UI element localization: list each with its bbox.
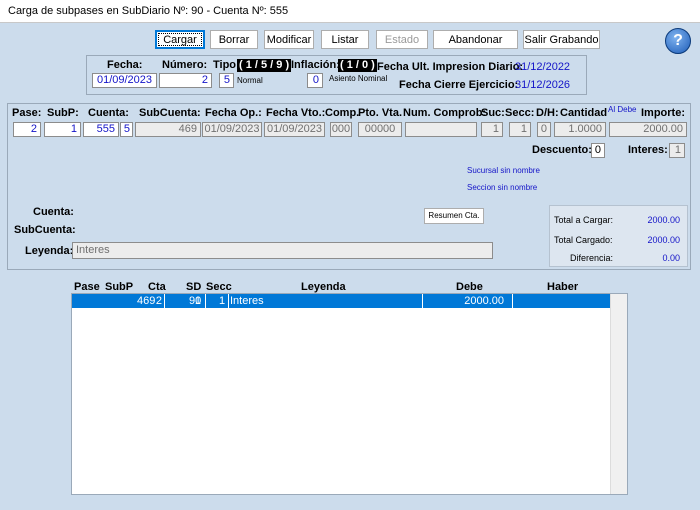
modificar-button[interactable]: Modificar <box>264 30 314 49</box>
totals-box: Total a Cargar: 2000.00 Total Cargado: 2… <box>549 205 688 267</box>
grid-header-leyenda: Leyenda <box>301 281 346 293</box>
grid-header-debe: Debe <box>456 281 483 293</box>
fecha-vto-field[interactable]: 01/09/2023 <box>264 122 325 137</box>
fecha-label: Fecha: <box>107 59 143 71</box>
dh-label: D/H: <box>536 107 559 119</box>
tipo-label: Tipo: <box>213 59 240 71</box>
ult-impresion-value: 31/12/2022 <box>515 61 571 73</box>
vertical-scrollbar[interactable] <box>610 294 627 494</box>
total-cargar-label: Total a Cargar: <box>554 215 614 225</box>
total-cargar-value: 2000.00 <box>647 215 680 225</box>
pto-vta-label: Pto. Vta. <box>358 107 403 119</box>
cell-secc: 1 <box>219 295 226 307</box>
title-bar: Carga de subpases en SubDiario Nº: 90 - … <box>0 0 700 23</box>
cierre-value: 31/12/2026 <box>515 79 571 91</box>
column-divider <box>512 294 513 308</box>
interes-label: Interes: <box>628 144 668 156</box>
grid-header-subp: SubP <box>105 281 134 293</box>
leyenda-label: Leyenda: <box>25 245 74 257</box>
diferencia-label: Diferencia: <box>570 253 614 263</box>
table-row[interactable]: 2 1 469 90 1 Interes 2000.00 <box>72 294 611 308</box>
subcuenta-field[interactable]: 469 <box>135 122 201 137</box>
cell-sd: 90 <box>189 295 202 307</box>
grid-header-secc: Secc <box>206 281 232 293</box>
grid-header-cta: Cta <box>148 281 166 293</box>
fecha-op-label: Fecha Op.: <box>205 107 262 119</box>
descuento-label: Descuento: <box>532 144 592 156</box>
numero-label: Número: <box>162 59 208 71</box>
leyenda-field[interactable]: Interes <box>72 242 493 259</box>
inflacion-field[interactable]: 0 <box>307 73 323 88</box>
listar-button[interactable]: Listar <box>321 30 369 49</box>
cell-pase: 2 <box>155 295 162 307</box>
column-divider <box>228 294 229 308</box>
cuenta-digit-field[interactable]: 5 <box>120 122 133 137</box>
subp-field[interactable]: 1 <box>44 122 81 137</box>
cuenta-field[interactable]: 555 <box>83 122 119 137</box>
cell-leyenda: Interes <box>230 295 264 307</box>
ult-impresion-label: Fecha Ult. Impresion Diario: <box>377 61 524 73</box>
comp-label: Comp. <box>325 107 360 119</box>
entry-panel: Pase: SubP: Cuenta: SubCuenta: Fecha Op.… <box>7 103 691 270</box>
cuenta-label: Cuenta: <box>33 206 74 218</box>
dh-field[interactable]: 0 <box>537 122 551 137</box>
comp-field[interactable]: 000 <box>330 122 352 137</box>
suc-field[interactable]: 1 <box>481 122 503 137</box>
column-divider <box>164 294 165 308</box>
fecha-field[interactable]: 01/09/2023 <box>92 73 157 88</box>
pase-label: Pase: <box>12 107 42 119</box>
sucursal-sin-nombre: Sucursal sin nombre <box>467 166 540 175</box>
borrar-button[interactable]: Borrar <box>210 30 258 49</box>
secc-label: Secc: <box>505 107 535 119</box>
total-cargado-value: 2000.00 <box>647 235 680 245</box>
diferencia-value: 0.00 <box>662 253 680 263</box>
cell-cta: 469 <box>137 295 156 307</box>
inflacion-desc: Asiento Nominal <box>329 74 388 83</box>
tipo-desc: Normal <box>237 76 263 85</box>
window-title: Carga de subpases en SubDiario Nº: 90 - … <box>8 5 289 17</box>
cell-debe: 2000.00 <box>464 295 504 307</box>
inflacion-label: Inflación: <box>291 59 340 71</box>
interes-field[interactable]: 1 <box>669 143 685 158</box>
subp-label: SubP: <box>47 107 79 119</box>
importe-field[interactable]: 2000.00 <box>609 122 687 137</box>
suc-label: Suc: <box>481 107 505 119</box>
cargar-button[interactable]: Cargar <box>155 30 205 49</box>
secc-field[interactable]: 1 <box>509 122 531 137</box>
column-divider <box>205 294 206 308</box>
pase-field[interactable]: 2 <box>13 122 41 137</box>
estado-button[interactable]: Estado <box>376 30 428 49</box>
tipo-field[interactable]: 5 <box>219 73 234 88</box>
fecha-vto-label: Fecha Vto.: <box>266 107 326 119</box>
subpases-grid[interactable]: 2 1 469 90 1 Interes 2000.00 <box>71 293 628 495</box>
numero-field[interactable]: 2 <box>159 73 212 88</box>
resumen-cta-button[interactable]: Resumen Cta. <box>424 208 484 224</box>
total-cargado-label: Total Cargado: <box>554 235 613 245</box>
fecha-op-field[interactable]: 01/09/2023 <box>202 122 262 137</box>
subcuenta-col-label: SubCuenta: <box>139 107 201 119</box>
tipo-codes: ( 1 / 5 / 9 ) <box>237 59 292 72</box>
cantidad-field[interactable]: 1.0000 <box>554 122 606 137</box>
grid-header-haber: Haber <box>547 281 579 293</box>
num-comprob-label: Num. Comprob: <box>403 107 487 119</box>
grid-header-pase: Pase <box>74 281 100 293</box>
num-comprob-field[interactable] <box>405 122 477 137</box>
cuenta-col-label: Cuenta: <box>88 107 129 119</box>
cierre-label: Fecha Cierre Ejercicio: <box>399 79 519 91</box>
help-icon[interactable]: ? <box>665 28 691 54</box>
cantidad-label: Cantidad <box>560 107 608 119</box>
column-divider <box>422 294 423 308</box>
salir-grabando-button[interactable]: Salir Grabando <box>523 30 600 49</box>
abandonar-button[interactable]: Abandonar <box>433 30 518 49</box>
header-panel: Fecha: 01/09/2023 Número: 2 Tipo: ( 1 / … <box>86 55 587 95</box>
descuento-field[interactable]: 0 <box>591 143 605 158</box>
pto-vta-field[interactable]: 00000 <box>358 122 402 137</box>
inflacion-codes: ( 1 / 0 ) <box>338 59 377 72</box>
al-debe-label: Al Debe <box>608 105 637 114</box>
subcuenta-label: SubCuenta: <box>14 224 76 236</box>
importe-label: Importe: <box>641 107 685 119</box>
seccion-sin-nombre: Seccion sin nombre <box>467 183 538 192</box>
grid-header-sd: SD <box>186 281 202 293</box>
